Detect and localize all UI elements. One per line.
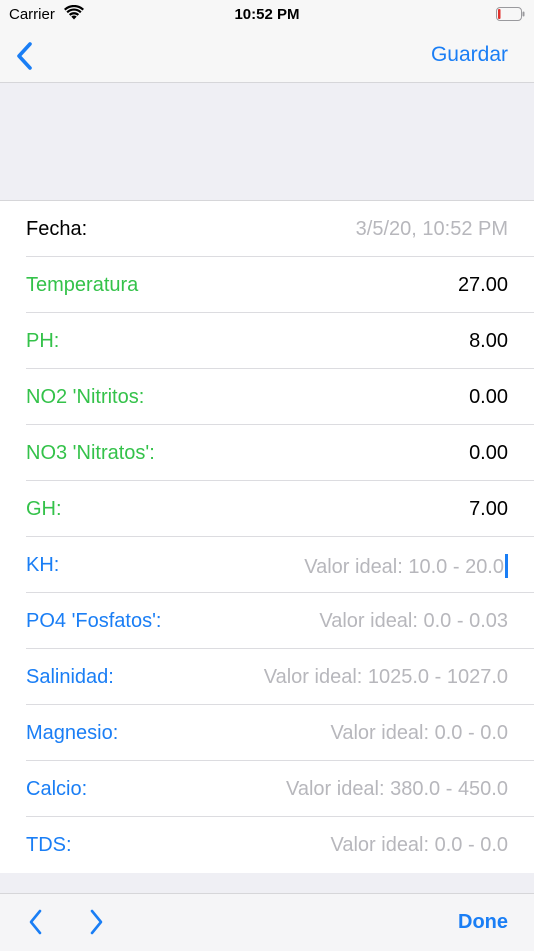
po4-label: PO4 'Fosfatos':	[26, 610, 162, 632]
calcio-field[interactable]: Valor ideal: 380.0 - 450.0	[286, 778, 508, 801]
temperatura-field[interactable]: 27.00	[458, 274, 508, 297]
gh-field[interactable]: 7.00	[469, 498, 508, 521]
no3-label: NO3 'Nitratos':	[26, 442, 155, 464]
text-cursor	[505, 554, 508, 578]
calcio-label: Calcio:	[26, 778, 88, 800]
po4-field[interactable]: Valor ideal: 0.0 - 0.03	[319, 610, 508, 633]
no3-field[interactable]: 0.00	[469, 442, 508, 465]
tds-field[interactable]: Valor ideal: 0.0 - 0.0	[330, 834, 508, 857]
salinidad-field[interactable]: Valor ideal: 1025.0 - 1027.0	[264, 666, 508, 689]
chevron-left-icon	[17, 42, 32, 70]
magnesio-field[interactable]: Valor ideal: 0.0 - 0.0	[330, 722, 508, 745]
row-tds[interactable]: TDS: Valor ideal: 0.0 - 0.0	[0, 817, 534, 873]
temperatura-label: Temperatura	[26, 274, 139, 296]
tds-label: TDS:	[26, 834, 72, 856]
chevron-left-icon	[29, 909, 42, 935]
save-button[interactable]: Guardar	[431, 43, 508, 67]
next-field-button[interactable]	[86, 908, 106, 936]
date-value[interactable]: 3/5/20, 10:52 PM	[356, 218, 508, 241]
header-spacer	[0, 83, 534, 201]
gh-label: GH:	[26, 498, 62, 520]
kh-placeholder: Valor ideal: 10.0 - 20.0	[304, 556, 504, 578]
row-calcio[interactable]: Calcio: Valor ideal: 380.0 - 450.0	[0, 761, 534, 817]
chevron-right-icon	[90, 909, 103, 935]
date-label: Fecha:	[26, 218, 88, 240]
no2-field[interactable]: 0.00	[469, 386, 508, 409]
ph-label: PH:	[26, 330, 60, 352]
back-button[interactable]	[14, 40, 38, 72]
salinidad-label: Salinidad:	[26, 666, 114, 688]
status-time: 10:52 PM	[234, 6, 300, 23]
row-no3[interactable]: NO3 'Nitratos': 0.00	[0, 425, 534, 481]
no2-label: NO2 'Nitritos:	[26, 386, 145, 408]
row-magnesio[interactable]: Magnesio: Valor ideal: 0.0 - 0.0	[0, 705, 534, 761]
form-bottom-gap	[0, 873, 534, 893]
navigation-bar: Guardar	[0, 30, 534, 83]
row-gh[interactable]: GH: 7.00	[0, 481, 534, 537]
status-bar: Carrier 10:52 PM	[0, 0, 534, 30]
row-date[interactable]: Fecha: 3/5/20, 10:52 PM	[0, 201, 534, 257]
measurement-form: Fecha: 3/5/20, 10:52 PM Temperatura 27.0…	[0, 201, 534, 873]
row-kh[interactable]: KH: Valor ideal: 10.0 - 20.0	[0, 537, 534, 593]
ph-field[interactable]: 8.00	[469, 330, 508, 353]
done-button[interactable]: Done	[458, 911, 508, 934]
row-temperatura[interactable]: Temperatura 27.00	[0, 257, 534, 313]
magnesio-label: Magnesio:	[26, 722, 119, 744]
row-po4[interactable]: PO4 'Fosfatos': Valor ideal: 0.0 - 0.03	[0, 593, 534, 649]
row-ph[interactable]: PH: 8.00	[0, 313, 534, 369]
previous-field-button[interactable]	[26, 908, 46, 936]
row-no2[interactable]: NO2 'Nitritos: 0.00	[0, 369, 534, 425]
row-salinidad[interactable]: Salinidad: Valor ideal: 1025.0 - 1027.0	[0, 649, 534, 705]
kh-label: KH:	[26, 554, 60, 576]
battery-icon	[496, 7, 526, 21]
kh-field[interactable]: Valor ideal: 10.0 - 20.0	[304, 554, 508, 579]
keyboard-toolbar: Done	[0, 893, 534, 951]
